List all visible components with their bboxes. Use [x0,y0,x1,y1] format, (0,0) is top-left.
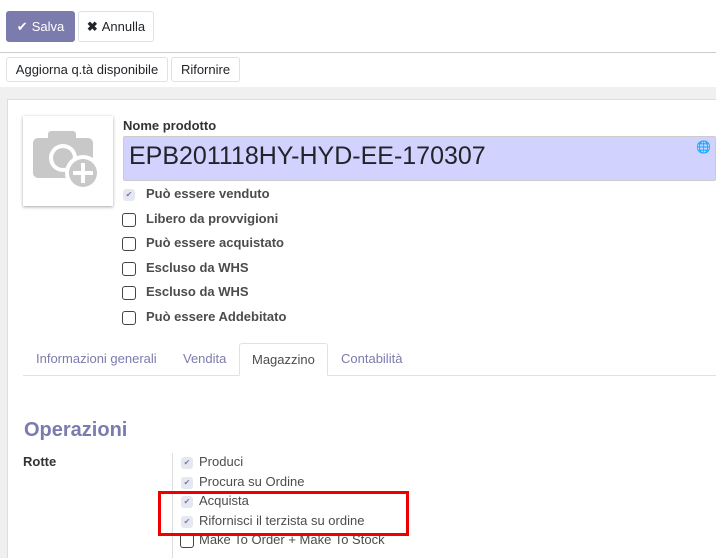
option-checkbox[interactable] [122,237,136,251]
option-checkbox[interactable] [122,311,136,325]
cancel-button[interactable]: ✖ Annulla [78,11,154,42]
option-label: Può essere acquistato [146,235,284,250]
option-checkbox[interactable] [122,262,136,276]
close-icon: ✖ [86,18,98,34]
highlight-box [158,491,409,536]
divider [0,52,716,53]
section-title: Operazioni [24,419,128,441]
product-name-input[interactable]: EPB201118HY-HYD-EE-170307 🌐 [123,136,716,181]
camera-add-icon [33,131,101,191]
tab-accounting[interactable]: Contabilità [341,346,402,376]
save-button[interactable]: ✔ Salva [6,11,75,42]
option-checkbox[interactable]: ✔ [123,189,135,201]
update-qty-button[interactable]: Aggiorna q.tà disponibile [6,57,168,82]
option-label: Escluso da WHS [146,260,249,275]
route-checkbox[interactable] [180,534,194,548]
route-label: Produci [199,454,244,469]
option-checkbox[interactable] [122,213,136,227]
globe-icon[interactable]: 🌐 [696,140,711,154]
product-image-upload[interactable] [23,116,113,206]
route-label: Procura su Ordine [199,474,305,489]
check-icon: ✔ [16,18,28,34]
tab-general-info[interactable]: Informazioni generali [36,346,157,376]
tab-sales[interactable]: Vendita [183,346,226,376]
option-label: Può essere Addebitato [146,309,287,324]
routes-label: Rotte [23,454,57,469]
replenish-button[interactable]: Rifornire [171,57,240,82]
option-checkbox[interactable] [122,286,136,300]
option-label: Libero da provvigioni [146,211,279,226]
option-label: Può essere venduto [146,186,270,201]
tab-inventory[interactable]: Magazzino [239,343,328,376]
option-label: Escluso da WHS [146,284,249,299]
route-checkbox[interactable]: ✔ [181,477,193,489]
product-name-label: Nome prodotto [123,118,217,133]
route-checkbox[interactable]: ✔ [181,457,193,469]
